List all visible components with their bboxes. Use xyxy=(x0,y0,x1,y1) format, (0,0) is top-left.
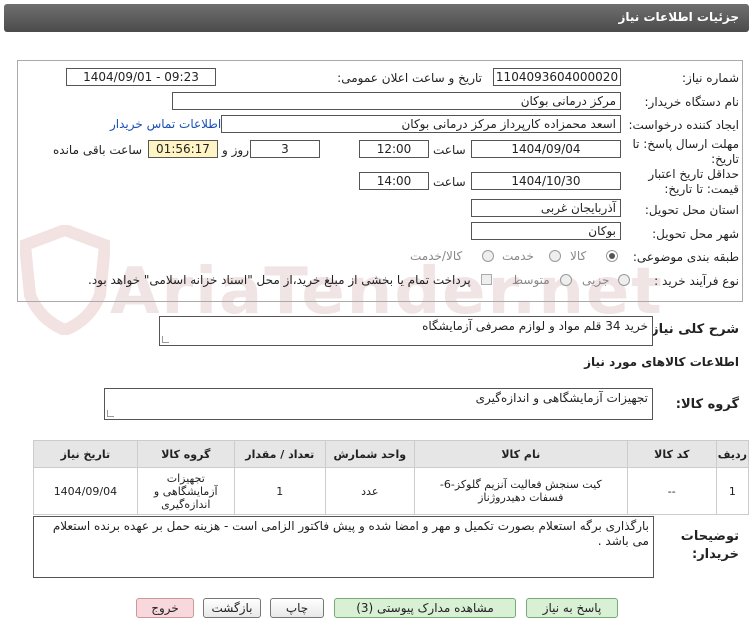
need-number-label: شماره نیاز: xyxy=(682,71,739,85)
col-code: کد کالا xyxy=(626,440,717,468)
process-option-minor: جزیی xyxy=(582,273,610,287)
table-header-row: ردیف کد کالا نام کالا واحد شمارش تعداد /… xyxy=(33,440,750,468)
table-row: 1 -- کیت سنجش فعالیت آنزیم گلوکز-6-فسفات… xyxy=(33,467,750,515)
announce-field: 1404/09/01 - 09:23 xyxy=(66,68,216,86)
col-name: نام کالا xyxy=(413,440,628,468)
goods-group-label: گروه کالا: xyxy=(675,397,739,412)
process-option-medium: متوسط xyxy=(512,273,550,287)
city-label: شهر محل تحویل: xyxy=(652,227,739,241)
col-row: ردیف xyxy=(715,440,750,468)
cell-qty: 1 xyxy=(233,467,326,515)
goods-group-field: تجهیزات آزمایشگاهی و اندازه‌گیری xyxy=(104,388,653,420)
remaining-time-field: 01:56:17 xyxy=(148,140,218,158)
category-label: طبقه بندی موضوعی: xyxy=(632,250,739,264)
process-radio-medium[interactable] xyxy=(560,274,572,286)
process-radio-minor[interactable] xyxy=(618,274,630,286)
summary-label: شرح کلی نیاز: xyxy=(645,322,739,337)
exit-button[interactable]: خروج xyxy=(136,598,194,618)
days-label: روز و xyxy=(222,143,249,157)
need-number-field: 1104093604000020 xyxy=(493,68,621,86)
col-group: گروه کالا xyxy=(136,440,235,468)
deadline-label-line1: مهلت ارسال پاسخ: تا xyxy=(632,137,739,151)
announce-label: تاریخ و ساعت اعلان عمومی: xyxy=(337,71,482,85)
validity-label-line1: حداقل تاریخ اعتبار xyxy=(648,167,739,181)
page-title: جزئیات اطلاعات نیاز xyxy=(618,10,739,24)
deadline-time-label: ساعت xyxy=(433,143,466,157)
contact-buyer-link[interactable]: اطلاعات تماس خریدار xyxy=(110,117,221,131)
notes-field: بارگذاری برگه استعلام بصورت تکمیل و مهر … xyxy=(33,516,654,578)
category-option-both: کالا/خدمت xyxy=(410,249,463,263)
category-option-goods: کالا xyxy=(570,249,587,263)
category-radio-service[interactable] xyxy=(549,250,561,262)
category-radio-both[interactable] xyxy=(482,250,494,262)
deadline-time-field: 12:00 xyxy=(359,140,429,158)
print-button[interactable]: چاپ xyxy=(270,598,324,618)
deadline-date-field: 1404/09/04 xyxy=(471,140,621,158)
deadline-label-line2: تاریخ: xyxy=(711,152,739,166)
validity-time-field: 14:00 xyxy=(359,172,429,190)
items-table: ردیف کد کالا نام کالا واحد شمارش تعداد /… xyxy=(33,440,750,515)
cell-row: 1 xyxy=(715,467,750,515)
payment-note: پرداخت تمام یا بخشی از مبلغ خرید،از محل … xyxy=(88,273,471,287)
validity-time-label: ساعت xyxy=(433,175,466,189)
creator-label: ایجاد کننده درخواست: xyxy=(628,118,739,132)
province-field: آذربایجان غربی xyxy=(471,199,621,217)
validity-label: حداقل تاریخ اعتبار قیمت: تا تاریخ: xyxy=(648,167,739,197)
validity-label-line2: قیمت: تا تاریخ: xyxy=(664,182,739,196)
buyer-field: مرکز درمانی بوکان xyxy=(172,92,621,110)
back-button[interactable]: بازگشت xyxy=(203,598,261,618)
summary-field: خرید 34 قلم مواد و لوازم مصرفی آزمایشگاه xyxy=(159,316,653,346)
goods-info-heading: اطلاعات کالاهای مورد نیاز xyxy=(584,355,739,369)
title-bar: جزئیات اطلاعات نیاز xyxy=(4,4,749,32)
col-date: تاریخ نیاز xyxy=(33,440,138,468)
col-unit: واحد شمارش xyxy=(324,440,415,468)
process-label: نوع فرآیند خرید : xyxy=(654,274,739,288)
creator-field: اسعد محمزاده کارپرداز مرکز درمانی بوکان xyxy=(221,115,621,133)
category-option-service: خدمت xyxy=(502,249,534,263)
notes-label-line2: خریدار: xyxy=(692,547,739,562)
cell-date: 1404/09/04 xyxy=(33,467,138,515)
attachments-button[interactable]: مشاهده مدارک پیوستی (3) xyxy=(334,598,516,618)
validity-date-field: 1404/10/30 xyxy=(471,172,621,190)
treasury-checkbox[interactable] xyxy=(481,274,492,285)
notes-label: توضیحات خریدار: xyxy=(681,528,739,564)
cell-code: -- xyxy=(626,467,717,515)
deadline-label: مهلت ارسال پاسخ: تا تاریخ: xyxy=(632,137,739,167)
remaining-time-label: ساعت باقی مانده xyxy=(53,143,143,157)
category-radio-goods[interactable] xyxy=(606,250,618,262)
cell-unit: عدد xyxy=(324,467,415,515)
reply-button[interactable]: پاسخ به نیاز xyxy=(526,598,618,618)
buyer-label: نام دستگاه خریدار: xyxy=(644,95,740,109)
city-field: بوکان xyxy=(471,222,621,240)
col-qty: تعداد / مقدار xyxy=(233,440,326,468)
province-label: استان محل تحویل: xyxy=(644,203,739,217)
cell-name: کیت سنجش فعالیت آنزیم گلوکز-6-فسفات دهید… xyxy=(413,467,628,515)
notes-label-line1: توضیحات xyxy=(680,529,739,544)
days-field: 3 xyxy=(250,140,320,158)
cell-group: تجهیزات آزمایشگاهی و اندازه‌گیری xyxy=(136,467,235,515)
